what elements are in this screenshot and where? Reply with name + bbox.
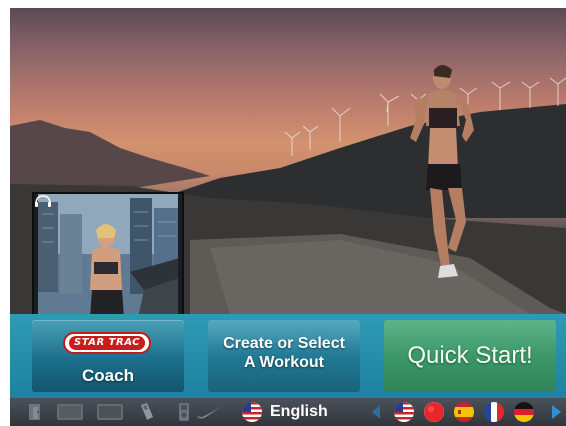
scroll-right-arrow-icon[interactable]	[552, 405, 561, 419]
door-icon[interactable]	[26, 403, 44, 421]
bottom-toolbar: English	[10, 398, 566, 426]
coach-button-label: Coach	[82, 366, 134, 385]
nike-swoosh-icon[interactable]	[196, 403, 222, 421]
quick-start-label: Quick Start!	[407, 342, 533, 369]
workout-button-label: Create or Select A Workout	[208, 334, 360, 372]
coach-button[interactable]: STAR TRAC Coach	[32, 320, 184, 392]
us-flag-icon[interactable]	[394, 402, 414, 422]
english-flag-icon[interactable]	[242, 402, 262, 422]
app-screen: STAR TRAC Coach Create or Select A Worko…	[10, 8, 566, 426]
japan-flag-icon[interactable]	[424, 402, 444, 422]
workout-button-line2: A Workout	[244, 354, 324, 371]
create-select-workout-button[interactable]: Create or Select A Workout	[208, 320, 360, 392]
headphone-icon	[35, 195, 51, 207]
star-trac-logo-text: STAR TRAC	[69, 336, 145, 350]
tv-icon[interactable]	[56, 403, 84, 421]
usb-icon[interactable]	[138, 403, 154, 421]
ipod-icon[interactable]	[178, 403, 190, 421]
monitor-icon[interactable]	[96, 403, 124, 421]
star-trac-logo: STAR TRAC	[63, 332, 151, 354]
france-flag-icon[interactable]	[484, 402, 504, 422]
germany-flag-icon[interactable]	[514, 402, 534, 422]
quick-start-button[interactable]: Quick Start!	[384, 320, 556, 392]
coach-video-thumbnail[interactable]	[32, 192, 184, 320]
scroll-left-arrow-icon[interactable]	[372, 405, 380, 419]
workout-button-line1: Create or Select	[223, 335, 345, 352]
spain-flag-icon[interactable]	[454, 402, 474, 422]
language-label[interactable]: English	[270, 403, 328, 421]
